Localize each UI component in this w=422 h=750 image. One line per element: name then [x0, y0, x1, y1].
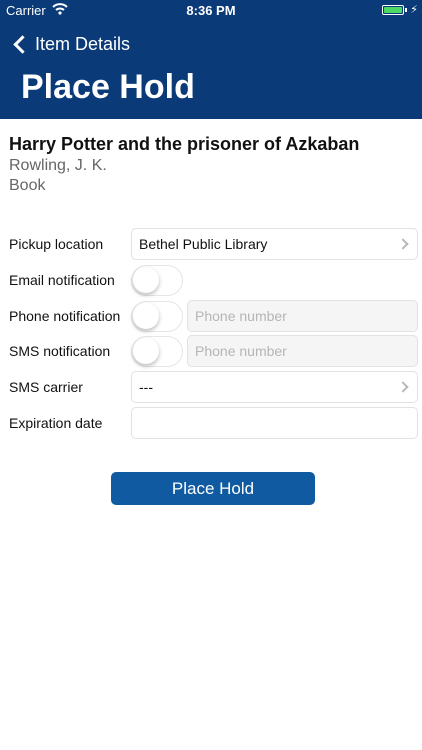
battery-icon [382, 5, 404, 15]
sms-carrier-select[interactable]: --- [131, 371, 418, 403]
sms-notification-label: SMS notification [9, 343, 111, 359]
pickup-location-label: Pickup location [9, 236, 104, 252]
back-button[interactable]: Item Details [12, 30, 130, 58]
sms-carrier-value: --- [139, 379, 153, 395]
place-hold-button[interactable]: Place Hold [111, 472, 315, 505]
back-button-label: Item Details [35, 33, 131, 54]
sms-carrier-row: SMS carrier --- [0, 371, 422, 403]
sms-carrier-label: SMS carrier [9, 379, 83, 395]
phone-notification-toggle[interactable] [131, 301, 183, 332]
email-notification-label: Email notification [9, 272, 115, 288]
sms-notification-row: SMS notification Phone number [0, 335, 422, 367]
item-title: Harry Potter and the prisoner of Azkaban [9, 134, 360, 154]
chevron-left-icon [13, 34, 32, 54]
battery-cap [405, 8, 407, 12]
expiration-date-input[interactable] [131, 407, 418, 439]
navigation-header: Carrier 8:36 PM ⚡ Item Details Place Hol… [0, 0, 422, 119]
phone-notification-label: Phone notification [9, 308, 121, 324]
chevron-right-icon [397, 381, 409, 393]
email-notification-row: Email notification [0, 264, 422, 296]
expiration-date-label: Expiration date [9, 415, 103, 431]
phone-number-input[interactable]: Phone number [187, 300, 418, 332]
pickup-location-select[interactable]: Bethel Public Library [131, 228, 418, 260]
pickup-location-row: Pickup location Bethel Public Library [0, 228, 422, 260]
sms-notification-toggle[interactable] [131, 336, 183, 367]
chevron-right-icon [397, 238, 409, 250]
item-summary: Harry Potter and the prisoner of Azkaban… [9, 134, 359, 195]
toggle-knob [133, 303, 159, 329]
item-author: Rowling, J. K. [9, 157, 107, 174]
toggle-knob [133, 267, 159, 293]
sms-number-placeholder: Phone number [195, 343, 287, 359]
charging-icon: ⚡ [410, 4, 418, 16]
toggle-knob [133, 338, 159, 364]
sms-number-input[interactable]: Phone number [187, 335, 418, 367]
page-title: Place Hold [21, 68, 195, 106]
clock: 8:36 PM [186, 3, 236, 18]
email-notification-toggle[interactable] [131, 265, 183, 296]
phone-number-placeholder: Phone number [195, 308, 287, 324]
item-format: Book [9, 177, 46, 194]
phone-notification-row: Phone notification Phone number [0, 300, 422, 332]
status-bar: Carrier 8:36 PM ⚡ [0, 0, 422, 22]
pickup-location-value: Bethel Public Library [139, 236, 268, 252]
expiration-date-row: Expiration date [0, 407, 422, 439]
